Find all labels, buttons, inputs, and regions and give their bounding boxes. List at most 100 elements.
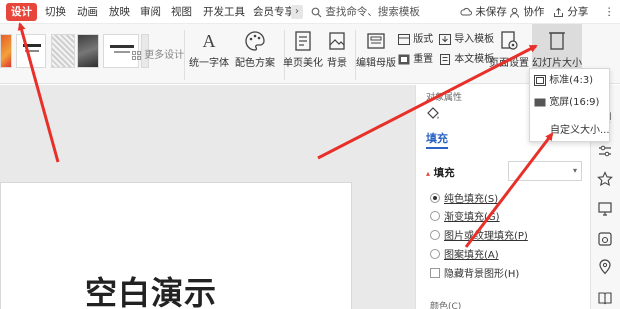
hide-bg-option[interactable]: 隐藏背景图形(H) [430, 267, 519, 283]
book-icon[interactable] [597, 290, 613, 306]
pattern-fill-option[interactable]: 图案填充(A) [430, 248, 499, 264]
menu-animation[interactable]: 动画 [74, 3, 101, 21]
design-thumbnail[interactable] [0, 34, 12, 68]
slide-title[interactable]: 空白演示 [85, 268, 235, 309]
fill-section-header[interactable]: ▴ 填充 [426, 165, 455, 180]
layout-button[interactable]: 版式 [398, 32, 433, 48]
collab-label: 协作 [523, 6, 545, 18]
search-placeholder: 查找命令、搜索模板 [325, 6, 420, 18]
menu-design[interactable]: 设计 [6, 3, 37, 21]
search-box[interactable]: 查找命令、搜索模板 [311, 3, 420, 21]
menu-view[interactable]: 视图 [168, 3, 195, 21]
standard-ratio-icon [534, 74, 546, 86]
layout-label: 版式 [413, 34, 434, 45]
text-template-button[interactable]: 本文模板 [439, 52, 494, 68]
more-options-icon[interactable]: ⋮ [604, 3, 615, 21]
checkbox[interactable] [430, 268, 440, 278]
design-thumbnail[interactable] [77, 34, 99, 68]
background-icon [329, 32, 345, 50]
standard-size-label: 标准(4:3) [549, 75, 594, 86]
color-scheme-button[interactable]: 配色方案 [232, 30, 278, 69]
standard-size-option[interactable]: 标准(4:3) [534, 73, 593, 89]
custom-size-option[interactable]: 自定义大小... [550, 123, 610, 139]
import-icon [439, 33, 451, 45]
reset-label: 重置 [413, 54, 434, 65]
unify-fonts-button[interactable]: A 统一字体 [188, 30, 230, 69]
slide-size-dropdown: 标准(4:3) 宽屏(16:9) 自定义大小... [529, 68, 610, 142]
single-page-beautify-label: 单页美化 [283, 58, 323, 69]
background-button[interactable]: 背景 [322, 30, 352, 69]
solid-fill-option[interactable]: 纯色填充(S) [430, 192, 498, 208]
single-page-beautify-button[interactable]: 单页美化 [283, 30, 323, 69]
cloud-icon [460, 7, 472, 16]
slide-size-button[interactable]: 幻灯片大小 [532, 30, 582, 69]
thumb-bar [25, 50, 39, 52]
menu-bar: 设计 切换 动画 放映 审阅 视图 开发工具 会员专享 › 查找命令、搜索模板 … [0, 0, 620, 24]
ribbon: 更多设计 A 统一字体 配色方案 单页美化 背景 编辑母版 版式 重置 导入模板… [0, 24, 620, 84]
fill-section-label: 填充 [433, 167, 455, 179]
fill-color-select[interactable]: ▾ [508, 161, 582, 181]
thumb-bar [110, 45, 134, 48]
radio[interactable] [430, 230, 440, 240]
more-designs-button[interactable]: 更多设计 [132, 48, 184, 64]
gradient-fill-label: 渐变填充(G) [444, 212, 500, 223]
document-icon [440, 53, 450, 65]
color-label: 颜色(C) [430, 302, 462, 309]
beautify-icon [295, 31, 311, 51]
page-setup-icon [501, 31, 518, 50]
menu-developer[interactable]: 开发工具 [200, 3, 248, 21]
widescreen-ratio-icon [534, 98, 546, 106]
design-thumbnail[interactable] [51, 34, 75, 68]
gradient-fill-option[interactable]: 渐变填充(G) [430, 210, 500, 226]
chevron-down-icon: ▾ [572, 166, 577, 175]
panel-header: 对象属性 [426, 93, 463, 103]
design-thumbnail[interactable] [16, 34, 46, 68]
image-icon[interactable] [597, 231, 613, 247]
widescreen-size-label: 宽屏(16:9) [549, 97, 600, 108]
tab-fill[interactable]: 填充 [426, 130, 448, 146]
slide-icon[interactable] [597, 201, 613, 217]
radio[interactable] [430, 211, 440, 221]
palette-icon [245, 31, 265, 51]
star-icon[interactable] [597, 171, 613, 187]
picture-fill-label: 图片或纹理填充(P) [444, 231, 528, 242]
layout-icon [398, 33, 410, 45]
menu-slideshow[interactable]: 放映 [106, 3, 133, 21]
radio[interactable] [430, 249, 440, 259]
location-icon[interactable] [597, 259, 613, 275]
font-icon: A [202, 31, 216, 51]
edit-master-label: 编辑母版 [356, 58, 396, 69]
reset-button[interactable]: 重置 [398, 52, 433, 68]
more-designs-label: 更多设计 [144, 50, 185, 61]
unify-fonts-label: 统一字体 [189, 58, 229, 69]
import-template-button[interactable]: 导入模板 [439, 32, 494, 48]
page-setup-label: 页面设置 [489, 58, 529, 69]
fill-bucket-icon [427, 107, 439, 119]
radio-selected[interactable] [430, 193, 440, 203]
solid-fill-label: 纯色填充(S) [444, 194, 499, 205]
settings-sliders-icon[interactable] [597, 143, 613, 159]
edit-master-button[interactable]: 编辑母版 [356, 30, 396, 69]
grid-icon [132, 50, 141, 60]
unsaved-status[interactable]: 未保存 [460, 3, 507, 21]
active-tab-indicator [426, 147, 448, 149]
share-icon [554, 7, 563, 17]
share-button[interactable]: 分享 [553, 3, 588, 21]
pattern-fill-label: 图案填充(A) [444, 250, 499, 261]
widescreen-size-option[interactable]: 宽屏(16:9) [534, 95, 599, 111]
user-icon [510, 7, 519, 18]
page-setup-button[interactable]: 页面设置 [489, 30, 529, 69]
hide-bg-label: 隐藏背景图形(H) [444, 269, 520, 280]
thumb-bar [114, 51, 130, 53]
search-icon [311, 7, 322, 17]
menu-more-button[interactable]: › [291, 5, 303, 19]
thumb-bar [23, 44, 41, 47]
slide-size-label: 幻灯片大小 [532, 58, 582, 69]
menu-transition[interactable]: 切换 [42, 3, 69, 21]
menu-review[interactable]: 审阅 [137, 3, 164, 21]
slide-size-icon [549, 32, 565, 50]
share-label: 分享 [567, 6, 589, 18]
picture-fill-option[interactable]: 图片或纹理填充(P) [430, 229, 528, 245]
unsaved-label: 未保存 [475, 6, 507, 18]
collab-button[interactable]: 协作 [509, 3, 544, 21]
